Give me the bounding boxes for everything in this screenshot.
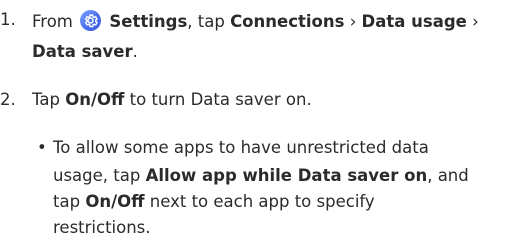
step-text: to turn Data saver on.: [129, 90, 312, 109]
settings-label: Settings: [109, 12, 188, 31]
step-number: 2.: [0, 90, 16, 109]
step-text: , tap: [187, 12, 225, 31]
bullet-text: tap: [53, 192, 81, 211]
onoff-label: On/Off: [85, 192, 145, 211]
bullet-line-2: usage, tap Allow app while Data saver on…: [53, 166, 469, 185]
step-text: .: [132, 42, 138, 61]
step-text: Tap: [32, 90, 60, 109]
step-number: 1.: [0, 10, 16, 29]
separator: ›: [349, 12, 357, 31]
bullet-text: usage, tap: [53, 166, 141, 185]
settings-gear-icon: [80, 10, 102, 31]
data-saver-label: Data saver: [32, 42, 133, 61]
step-1-line-1: From Settings, tap Connections › Data us…: [32, 10, 479, 31]
step-text: From: [32, 12, 73, 31]
data-usage-label: Data usage: [361, 12, 467, 31]
onoff-label: On/Off: [65, 90, 125, 109]
separator: ›: [472, 12, 479, 31]
bullet-line-3: tap On/Off next to each app to specify: [53, 192, 375, 211]
bullet-text: next to each app to specify: [149, 192, 375, 211]
connections-label: Connections: [230, 12, 345, 31]
step-2-line-1: Tap On/Off to turn Data saver on.: [32, 90, 312, 109]
bullet-line-1: To allow some apps to have unrestricted …: [53, 138, 429, 157]
step-1-line-2: Data saver.: [32, 42, 138, 61]
bullet-line-4: restrictions.: [53, 218, 151, 237]
instruction-document: 1. From Settings, tap Connections › Data…: [0, 0, 527, 244]
allow-app-label: Allow app while Data saver on: [145, 166, 428, 185]
bullet-symbol: •: [37, 138, 47, 157]
bullet-text: , and: [427, 166, 469, 185]
